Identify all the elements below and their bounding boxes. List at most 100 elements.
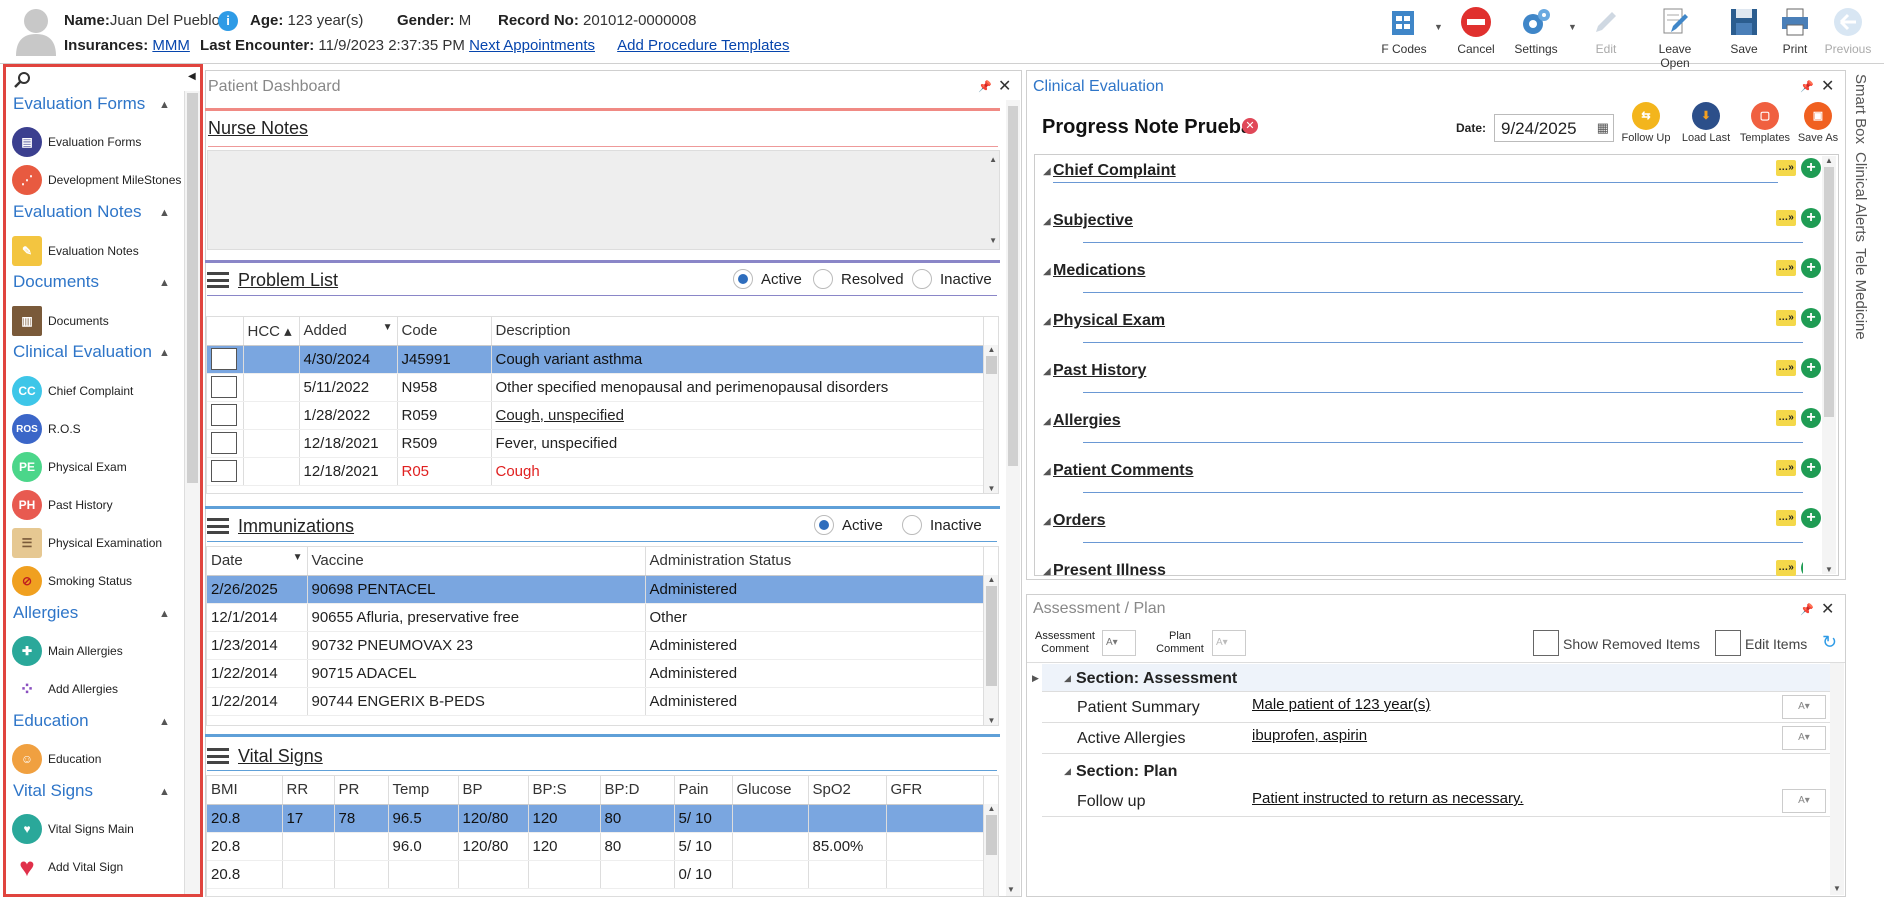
row-checkbox[interactable] (211, 376, 237, 398)
sidebar-item-add-allergies[interactable]: ⁘ Add Allergies (12, 673, 118, 705)
section-medications[interactable]: ◢ Medications …» + (1043, 256, 1821, 302)
problem-list-scrollbar[interactable]: ▲ ▼ (983, 345, 998, 493)
rr-column-header[interactable]: RR (282, 776, 335, 805)
problem-filter-resolved[interactable]: Resolved (813, 269, 904, 289)
bps-column-header[interactable]: BP:S (528, 776, 601, 805)
vitals-scrollbar[interactable]: ▲ (983, 804, 998, 896)
sidebar-item-evaluation-notes[interactable]: ✎ Evaluation Notes (12, 235, 139, 267)
table-row[interactable]: 20.8 17 78 96.5 120/80 120 80 5/ 10 (207, 804, 984, 833)
insurance-link[interactable]: MMM (152, 37, 190, 54)
menu-icon[interactable] (207, 748, 229, 764)
pain-column-header[interactable]: Pain (674, 776, 733, 805)
active-allergies-row[interactable]: Active Allergies ibuprofen, aspirin A▾ (1042, 724, 1842, 754)
table-row[interactable]: 1/23/2014 90732 PNEUMOVAX 23 Administered (207, 631, 984, 660)
row-checkbox[interactable] (211, 460, 237, 482)
row-value[interactable]: Patient instructed to return as necessar… (1252, 790, 1524, 807)
section-allergies[interactable]: Allergies (13, 603, 78, 623)
sidebar-item-evaluation-forms[interactable]: ▤ Evaluation Forms (12, 126, 141, 158)
refresh-icon[interactable]: ↻ (1822, 632, 1837, 653)
remove-note-icon[interactable]: ✕ (1242, 118, 1258, 134)
leave-open-button[interactable]: Leave Open (1645, 6, 1705, 70)
vaccine-column-header[interactable]: Vaccine (307, 547, 646, 576)
section-plan-header[interactable]: Section: Plan (1076, 763, 1177, 781)
follow-up-row[interactable]: Follow up Patient instructed to return a… (1042, 787, 1842, 817)
sidebar-item-smoking-status[interactable]: ⊘ Smoking Status (12, 565, 132, 597)
added-column-header[interactable]: Added ▼ (299, 317, 398, 346)
immunization-filter-inactive[interactable]: Inactive (902, 515, 982, 535)
date-column-header[interactable]: Date ▼ (207, 547, 308, 576)
pin-icon[interactable]: 📌 (978, 80, 992, 93)
expand-icon[interactable]: ◢ (1043, 566, 1051, 576)
patient-summary-row[interactable]: Patient Summary Male patient of 123 year… (1042, 693, 1842, 723)
quote-icon[interactable]: …» (1776, 460, 1796, 476)
expand-icon[interactable]: ◢ (1043, 316, 1051, 327)
bpd-column-header[interactable]: BP:D (600, 776, 675, 805)
section-evaluation-forms[interactable]: Evaluation Forms (13, 94, 145, 114)
expand-icon[interactable]: ◢ (1043, 416, 1051, 427)
expand-tree-icon[interactable]: ▶ (1032, 673, 1039, 684)
section-vital-signs[interactable]: Vital Signs (13, 781, 93, 801)
date-picker[interactable]: 9/24/2025 ▦ (1494, 114, 1614, 142)
show-removed-checkbox[interactable] (1533, 630, 1559, 656)
problem-filter-inactive[interactable]: Inactive (912, 269, 992, 289)
quote-icon[interactable]: …» (1776, 360, 1796, 376)
quote-icon[interactable]: …» (1776, 510, 1796, 526)
pr-column-header[interactable]: PR (334, 776, 389, 805)
previous-button[interactable]: Previous (1820, 6, 1876, 56)
collapse-icon[interactable]: ◢ (1064, 766, 1071, 777)
expand-icon[interactable]: ◢ (1043, 216, 1051, 227)
section-chief-complaint[interactable]: ◢ Chief Complaint …» + (1043, 156, 1821, 202)
tab-tele-medicine[interactable]: Tele Medicine (1852, 248, 1869, 340)
table-row[interactable]: 4/30/2024 J45991 Cough variant asthma (207, 345, 984, 374)
collapse-sidebar-icon[interactable]: ◀ (188, 71, 196, 82)
quote-icon[interactable]: …» (1776, 560, 1796, 576)
section-orders[interactable]: ◢ Orders …» + (1043, 506, 1821, 552)
save-as-button[interactable]: ▣ Save As (1790, 102, 1846, 144)
expand-icon[interactable]: ◢ (1043, 166, 1051, 177)
chevron-up-icon[interactable]: ▲ (159, 716, 170, 728)
glucose-column-header[interactable]: Glucose (732, 776, 809, 805)
collapse-icon[interactable]: ◢ (1064, 673, 1071, 684)
comment-dropdown[interactable]: A▾ (1782, 695, 1826, 719)
sidebar-item-main-allergies[interactable]: ✚ Main Allergies (12, 635, 123, 667)
assessment-scrollbar[interactable]: ▼ (1830, 663, 1844, 895)
add-icon[interactable]: + (1801, 558, 1803, 576)
section-assessment-header[interactable]: Section: Assessment (1076, 670, 1237, 688)
pin-icon[interactable]: 📌 (1800, 603, 1814, 616)
sidebar-item-add-vital-sign[interactable]: ♥ Add Vital Sign (12, 851, 123, 883)
table-row[interactable]: 5/11/2022 N958 Other specified menopausal … (207, 373, 984, 402)
sidebar-item-past-history[interactable]: PH Past History (12, 489, 113, 521)
section-allergies[interactable]: ◢ Allergies …» + (1043, 406, 1821, 452)
add-icon[interactable]: + (1801, 158, 1821, 178)
settings-button[interactable]: Settings (1508, 6, 1564, 56)
search-icon[interactable] (13, 71, 31, 92)
comment-dropdown[interactable]: A▾ (1782, 726, 1826, 750)
quote-icon[interactable]: …» (1776, 410, 1796, 426)
immunization-filter-active[interactable]: Active (814, 515, 883, 535)
code-column-header[interactable]: Code (397, 317, 492, 346)
quote-icon[interactable]: …» (1776, 160, 1796, 176)
chevron-up-icon[interactable]: ▲ (159, 347, 170, 359)
description-column-header[interactable]: Description (491, 317, 984, 346)
pin-icon[interactable]: 📌 (1800, 80, 1814, 93)
table-row[interactable]: 1/22/2014 90715 ADACEL Administered (207, 659, 984, 688)
sidebar-item-physical-exam[interactable]: PE Physical Exam (12, 451, 127, 483)
section-clinical-evaluation[interactable]: Clinical Evaluation (13, 342, 152, 362)
save-button[interactable]: Save (1716, 6, 1772, 56)
sidebar-item-documents[interactable]: ▥ Documents (12, 305, 109, 337)
quote-icon[interactable]: …» (1776, 210, 1796, 226)
section-education[interactable]: Education (13, 711, 89, 731)
cancel-button[interactable]: Cancel (1448, 6, 1504, 56)
bp-column-header[interactable]: BP (458, 776, 529, 805)
clinical-scrollbar[interactable]: ▲ ▼ (1822, 156, 1836, 574)
templates-button[interactable]: ▢ Templates (1737, 102, 1793, 144)
sidebar-item-education[interactable]: ☺ Education (12, 743, 101, 775)
section-present-illness[interactable]: ◢Present Illness …» + (1043, 556, 1803, 576)
section-subjective[interactable]: ◢ Subjective …» + (1043, 206, 1821, 252)
row-checkbox[interactable] (211, 348, 237, 370)
table-row[interactable]: 2/26/2025 90698 PENTACEL Administered (207, 575, 984, 604)
sidebar-item-chief-complaint[interactable]: CC Chief Complaint (12, 375, 133, 407)
temp-column-header[interactable]: Temp (388, 776, 459, 805)
plan-comment-dropdown[interactable]: A▾ (1212, 630, 1246, 656)
table-row[interactable]: 1/28/2022 R059 Cough, unspecified (207, 401, 984, 430)
